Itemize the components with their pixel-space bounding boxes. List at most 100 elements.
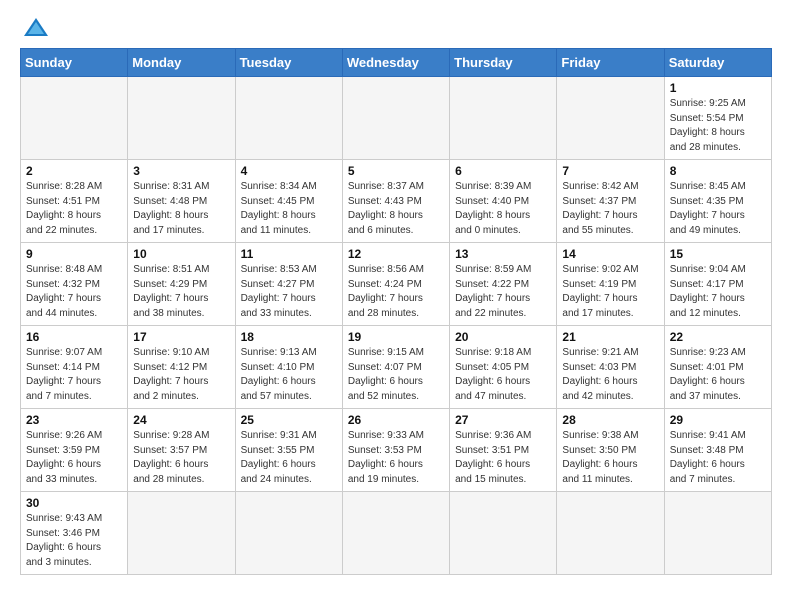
- day-info: Sunrise: 8:34 AM Sunset: 4:45 PM Dayligh…: [241, 180, 337, 238]
- calendar-day-cell: [128, 77, 235, 160]
- calendar-day-cell: 29 Sunrise: 9:41 AM Sunset: 3:48 PM Dayli…: [664, 409, 771, 492]
- weekday-header: Wednesday: [342, 49, 449, 77]
- calendar-week-row: 2Sunrise: 8:28 AM Sunset: 4:51 PM Daylig…: [21, 160, 772, 243]
- calendar-day-cell: 25Sunrise: 9:31 AM Sunset: 3:55 PM Dayli…: [235, 409, 342, 492]
- day-number: 5: [348, 164, 444, 178]
- day-info: Sunrise: 9:28 AM Sunset: 3:57 PM Dayligh…: [133, 429, 229, 487]
- day-number: 19: [348, 330, 444, 344]
- calendar-day-cell: 20 Sunrise: 9:18 AM Sunset: 4:05 PM Dayli…: [450, 326, 557, 409]
- day-info: Sunrise: 9:41 AM Sunset: 3:48 PM Dayligh…: [670, 429, 766, 487]
- day-number: 10: [133, 247, 229, 261]
- calendar-day-cell: 4 Sunrise: 8:34 AM Sunset: 4:45 PM Daylig…: [235, 160, 342, 243]
- day-number: 7: [562, 164, 658, 178]
- calendar-day-cell: 15 Sunrise: 9:04 AM Sunset: 4:17 PM Dayli…: [664, 243, 771, 326]
- day-number: 13: [455, 247, 551, 261]
- logo: [20, 16, 50, 38]
- day-number: 2: [26, 164, 122, 178]
- calendar-day-cell: 9Sunrise: 8:48 AM Sunset: 4:32 PM Daylig…: [21, 243, 128, 326]
- day-info: Sunrise: 8:42 AM Sunset: 4:37 PM Dayligh…: [562, 180, 658, 238]
- calendar-day-cell: 8 Sunrise: 8:45 AM Sunset: 4:35 PM Daylig…: [664, 160, 771, 243]
- day-number: 30: [26, 496, 122, 510]
- day-number: 8: [670, 164, 766, 178]
- day-info: Sunrise: 9:25 AM Sunset: 5:54 PM Dayligh…: [670, 97, 766, 155]
- calendar-day-cell: [557, 492, 664, 575]
- weekday-header: Friday: [557, 49, 664, 77]
- day-number: 18: [241, 330, 337, 344]
- calendar: SundayMondayTuesdayWednesdayThursdayFrid…: [20, 48, 772, 575]
- day-info: Sunrise: 8:56 AM Sunset: 4:24 PM Dayligh…: [348, 263, 444, 321]
- calendar-day-cell: 17Sunrise: 9:10 AM Sunset: 4:12 PM Dayli…: [128, 326, 235, 409]
- day-info: Sunrise: 8:31 AM Sunset: 4:48 PM Dayligh…: [133, 180, 229, 238]
- day-info: Sunrise: 9:15 AM Sunset: 4:07 PM Dayligh…: [348, 346, 444, 404]
- day-number: 16: [26, 330, 122, 344]
- day-info: Sunrise: 9:13 AM Sunset: 4:10 PM Dayligh…: [241, 346, 337, 404]
- day-info: Sunrise: 8:45 AM Sunset: 4:35 PM Dayligh…: [670, 180, 766, 238]
- calendar-day-cell: [557, 77, 664, 160]
- day-number: 28: [562, 413, 658, 427]
- day-number: 29: [670, 413, 766, 427]
- calendar-day-cell: [664, 492, 771, 575]
- day-number: 27: [455, 413, 551, 427]
- calendar-day-cell: 12 Sunrise: 8:56 AM Sunset: 4:24 PM Dayli…: [342, 243, 449, 326]
- calendar-day-cell: 27 Sunrise: 9:36 AM Sunset: 3:51 PM Dayli…: [450, 409, 557, 492]
- day-info: Sunrise: 9:21 AM Sunset: 4:03 PM Dayligh…: [562, 346, 658, 404]
- day-number: 14: [562, 247, 658, 261]
- calendar-day-cell: 6 Sunrise: 8:39 AM Sunset: 4:40 PM Daylig…: [450, 160, 557, 243]
- calendar-week-row: 23Sunrise: 9:26 AM Sunset: 3:59 PM Dayli…: [21, 409, 772, 492]
- calendar-day-cell: 14Sunrise: 9:02 AM Sunset: 4:19 PM Dayli…: [557, 243, 664, 326]
- day-number: 11: [241, 247, 337, 261]
- day-number: 24: [133, 413, 229, 427]
- calendar-week-row: 9Sunrise: 8:48 AM Sunset: 4:32 PM Daylig…: [21, 243, 772, 326]
- day-info: Sunrise: 8:39 AM Sunset: 4:40 PM Dayligh…: [455, 180, 551, 238]
- calendar-day-cell: 21 Sunrise: 9:21 AM Sunset: 4:03 PM Dayli…: [557, 326, 664, 409]
- calendar-day-cell: 19 Sunrise: 9:15 AM Sunset: 4:07 PM Dayli…: [342, 326, 449, 409]
- calendar-week-row: 1 Sunrise: 9:25 AM Sunset: 5:54 PM Daylig…: [21, 77, 772, 160]
- day-number: 15: [670, 247, 766, 261]
- day-info: Sunrise: 8:53 AM Sunset: 4:27 PM Dayligh…: [241, 263, 337, 321]
- calendar-day-cell: 23Sunrise: 9:26 AM Sunset: 3:59 PM Dayli…: [21, 409, 128, 492]
- calendar-day-cell: 7 Sunrise: 8:42 AM Sunset: 4:37 PM Daylig…: [557, 160, 664, 243]
- calendar-day-cell: [21, 77, 128, 160]
- day-info: Sunrise: 9:04 AM Sunset: 4:17 PM Dayligh…: [670, 263, 766, 321]
- day-info: Sunrise: 9:10 AM Sunset: 4:12 PM Dayligh…: [133, 346, 229, 404]
- weekday-header-row: SundayMondayTuesdayWednesdayThursdayFrid…: [21, 49, 772, 77]
- calendar-day-cell: 2Sunrise: 8:28 AM Sunset: 4:51 PM Daylig…: [21, 160, 128, 243]
- weekday-header: Thursday: [450, 49, 557, 77]
- day-info: Sunrise: 8:37 AM Sunset: 4:43 PM Dayligh…: [348, 180, 444, 238]
- calendar-day-cell: [235, 492, 342, 575]
- weekday-header: Tuesday: [235, 49, 342, 77]
- calendar-day-cell: 28 Sunrise: 9:38 AM Sunset: 3:50 PM Dayli…: [557, 409, 664, 492]
- logo-icon: [22, 16, 50, 38]
- weekday-header: Monday: [128, 49, 235, 77]
- logo-text: [20, 16, 50, 38]
- day-number: 1: [670, 81, 766, 95]
- day-number: 9: [26, 247, 122, 261]
- calendar-day-cell: [450, 492, 557, 575]
- calendar-day-cell: 11 Sunrise: 8:53 AM Sunset: 4:27 PM Dayli…: [235, 243, 342, 326]
- day-info: Sunrise: 9:38 AM Sunset: 3:50 PM Dayligh…: [562, 429, 658, 487]
- day-info: Sunrise: 9:23 AM Sunset: 4:01 PM Dayligh…: [670, 346, 766, 404]
- day-number: 4: [241, 164, 337, 178]
- day-number: 22: [670, 330, 766, 344]
- calendar-day-cell: 22 Sunrise: 9:23 AM Sunset: 4:01 PM Dayli…: [664, 326, 771, 409]
- day-number: 20: [455, 330, 551, 344]
- day-info: Sunrise: 9:36 AM Sunset: 3:51 PM Dayligh…: [455, 429, 551, 487]
- day-info: Sunrise: 9:18 AM Sunset: 4:05 PM Dayligh…: [455, 346, 551, 404]
- day-info: Sunrise: 8:59 AM Sunset: 4:22 PM Dayligh…: [455, 263, 551, 321]
- day-number: 25: [241, 413, 337, 427]
- day-number: 12: [348, 247, 444, 261]
- day-number: 26: [348, 413, 444, 427]
- calendar-week-row: 16Sunrise: 9:07 AM Sunset: 4:14 PM Dayli…: [21, 326, 772, 409]
- calendar-day-cell: 5 Sunrise: 8:37 AM Sunset: 4:43 PM Daylig…: [342, 160, 449, 243]
- calendar-day-cell: [235, 77, 342, 160]
- calendar-day-cell: 30 Sunrise: 9:43 AM Sunset: 3:46 PM Dayli…: [21, 492, 128, 575]
- day-number: 3: [133, 164, 229, 178]
- calendar-day-cell: 26Sunrise: 9:33 AM Sunset: 3:53 PM Dayli…: [342, 409, 449, 492]
- calendar-day-cell: 16Sunrise: 9:07 AM Sunset: 4:14 PM Dayli…: [21, 326, 128, 409]
- calendar-day-cell: [450, 77, 557, 160]
- weekday-header: Saturday: [664, 49, 771, 77]
- day-number: 21: [562, 330, 658, 344]
- calendar-week-row: 30 Sunrise: 9:43 AM Sunset: 3:46 PM Dayli…: [21, 492, 772, 575]
- day-info: Sunrise: 9:43 AM Sunset: 3:46 PM Dayligh…: [26, 512, 122, 570]
- day-number: 6: [455, 164, 551, 178]
